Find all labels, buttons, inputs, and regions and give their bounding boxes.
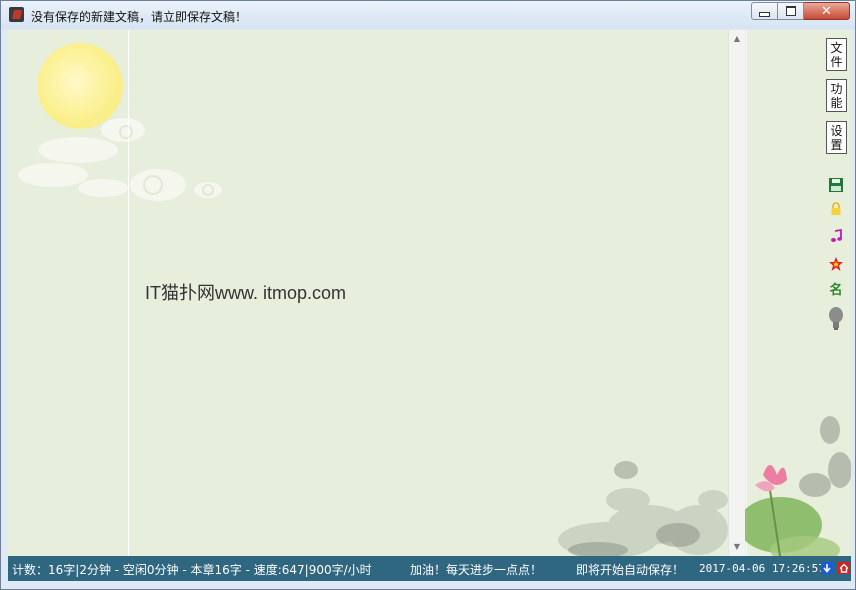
client-area: IT猫扑网www. itmop.com ▲ ▼ 文 件 功 能 设 置 名 [8, 30, 851, 556]
save-icon[interactable] [828, 177, 844, 193]
settings-menu-label-1: 设 [830, 124, 843, 138]
status-datetime: 2017-04-06 17:26:57 [699, 562, 825, 575]
app-icon[interactable] [9, 7, 24, 22]
name-icon[interactable]: 名 [828, 283, 844, 299]
download-icon[interactable] [821, 562, 833, 574]
close-icon: ✕ [821, 3, 832, 19]
scroll-up-icon[interactable]: ▲ [729, 32, 745, 46]
maximize-icon [785, 6, 796, 16]
status-encourage: 加油！每天进步一点点！ [410, 563, 543, 577]
status-bar: 计数：16字|2分钟 - 空闲0分钟 - 本章16字 - 速度:647|900字… [8, 556, 851, 581]
function-menu-button[interactable]: 功 能 [826, 79, 847, 112]
lightbulb-icon[interactable] [828, 307, 844, 331]
close-button[interactable]: ✕ [804, 2, 850, 20]
scroll-down-icon[interactable]: ▼ [729, 540, 745, 554]
settings-menu-label-2: 置 [830, 138, 843, 152]
music-icon[interactable] [828, 228, 844, 244]
minimize-icon [759, 11, 770, 17]
home-icon[interactable] [838, 562, 850, 574]
window-controls: ✕ [751, 2, 850, 20]
status-counts: 计数：16字|2分钟 - 空闲0分钟 - 本章16字 - 速度:647|900字… [12, 563, 372, 577]
file-menu-label-2: 件 [830, 55, 843, 69]
title-bar[interactable]: 没有保存的新建文稿，请立即保存文稿！ ✕ [1, 1, 855, 29]
app-window: 没有保存的新建文稿，请立即保存文稿！ ✕ IT猫扑网www. itmop.com… [0, 0, 856, 590]
margin-line [128, 30, 129, 556]
editor-content: IT猫扑网www. itmop.com [145, 283, 347, 303]
settings-menu-button[interactable]: 设 置 [826, 121, 847, 154]
lock-icon[interactable] [828, 201, 844, 217]
file-menu-label-1: 文 [830, 41, 843, 55]
maximize-button[interactable] [778, 2, 804, 20]
function-menu-label-2: 能 [830, 96, 843, 110]
star-icon[interactable] [828, 256, 844, 272]
function-menu-label-1: 功 [830, 82, 843, 96]
right-panel: 文 件 功 能 设 置 名 [745, 30, 851, 556]
background-art [18, 118, 728, 556]
minimize-button[interactable] [751, 2, 778, 20]
window-title: 没有保存的新建文稿，请立即保存文稿！ [31, 10, 248, 24]
text-editor[interactable]: IT猫扑网www. itmop.com [8, 30, 728, 556]
file-menu-button[interactable]: 文 件 [826, 38, 847, 71]
vertical-scrollbar[interactable]: ▲ ▼ [728, 30, 745, 556]
status-autosave: 即将开始自动保存！ [576, 563, 685, 577]
